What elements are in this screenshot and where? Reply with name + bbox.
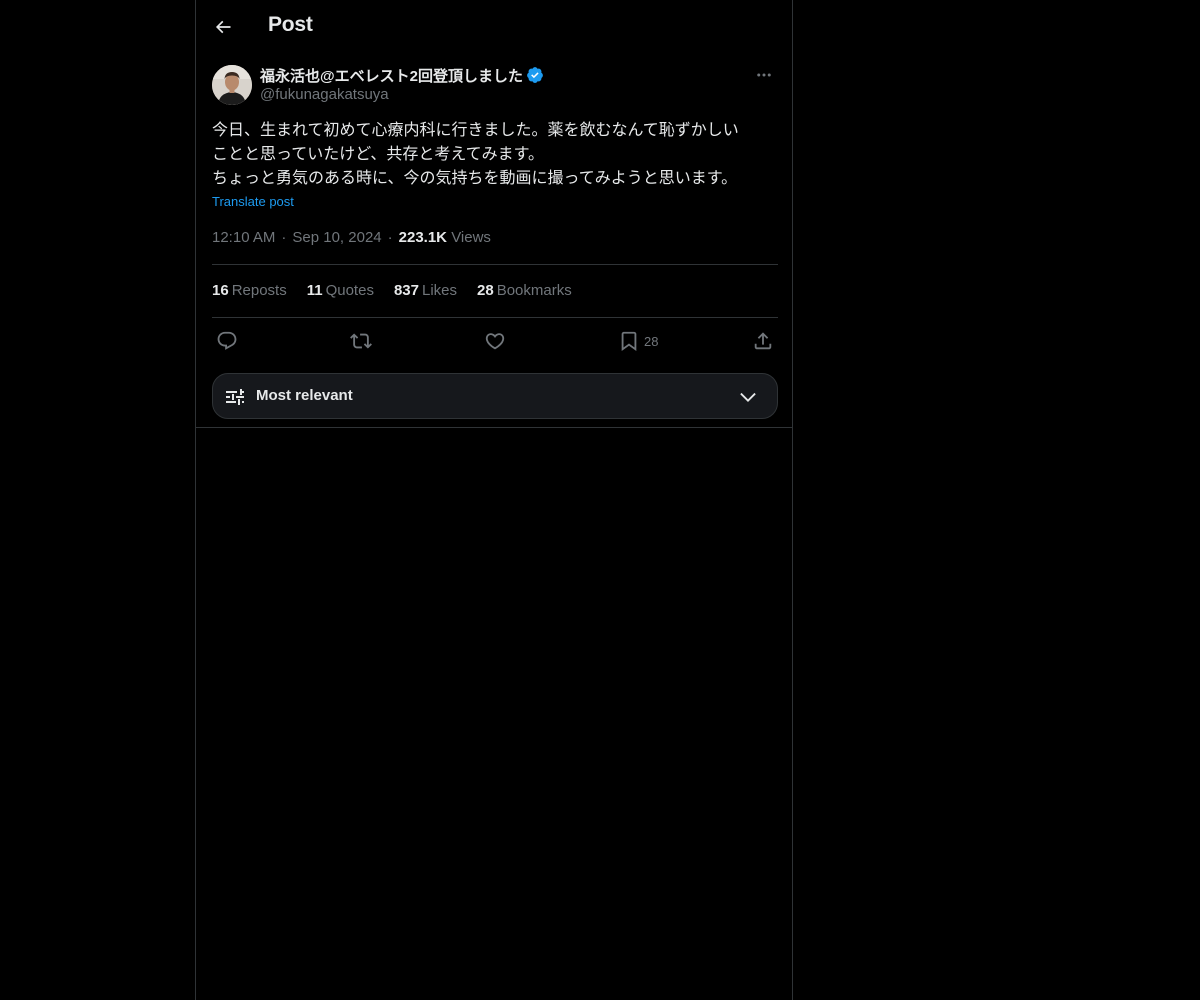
author-handle[interactable]: @fukunagakatsuya xyxy=(260,86,544,103)
repost-button[interactable] xyxy=(350,330,372,352)
page-header: Post xyxy=(196,0,792,53)
views-label: Views xyxy=(451,229,491,246)
avatar[interactable] xyxy=(212,65,252,105)
share-button[interactable] xyxy=(752,330,774,352)
heart-icon xyxy=(485,333,505,350)
like-button[interactable] xyxy=(484,330,506,352)
sliders-icon xyxy=(226,389,244,405)
author-display-name[interactable]: 福永活也@エベレスト2回登頂しました xyxy=(260,65,523,86)
page-title: Post xyxy=(268,13,313,36)
more-options-button[interactable] xyxy=(750,64,778,86)
engagement-stats: 16 Reposts 11 Quotes 837 Likes 28 Bookmarks xyxy=(212,282,572,299)
likes-stat[interactable]: 837 Likes xyxy=(394,282,457,299)
likes-label: Likes xyxy=(421,282,458,299)
author-block: 福永活也@エベレスト2回登頂しました @fukunagakatsuya xyxy=(260,64,544,103)
quotes-stat[interactable]: 11 Quotes xyxy=(307,282,374,299)
meta-separator: · xyxy=(387,229,393,246)
bookmark-button[interactable]: 28 xyxy=(618,330,658,352)
reposts-stat[interactable]: 16 Reposts xyxy=(212,282,287,299)
primary-column: Post 福永活也@エベレスト2回登頂しました @fukunagakatsuya… xyxy=(195,0,793,1000)
reposts-count: 16 xyxy=(212,282,229,299)
meta-separator: · xyxy=(281,229,287,246)
back-button[interactable] xyxy=(206,10,240,44)
bookmarks-label: Bookmarks xyxy=(496,282,572,299)
arrow-left-icon xyxy=(215,20,231,34)
display-name-row: 福永活也@エベレスト2回登頂しました xyxy=(260,64,544,86)
bookmarks-count: 28 xyxy=(477,282,494,299)
bookmarks-stat[interactable]: 28 Bookmarks xyxy=(477,282,572,299)
post-text: 今日、生まれて初めて心療内科に行きました。薬を飲むなんて恥ずかしい ことと思って… xyxy=(212,119,778,191)
quotes-label: Quotes xyxy=(325,282,374,299)
translate-post-link[interactable]: Translate post xyxy=(212,194,294,209)
reposts-label: Reposts xyxy=(231,282,287,299)
reply-button[interactable] xyxy=(216,330,238,352)
verified-badge-icon[interactable] xyxy=(526,66,544,84)
share-icon xyxy=(754,332,772,350)
divider xyxy=(212,264,778,265)
post-text-line: ちょっと勇気のある時に、今の気持ちを動画に撮ってみようと思います。 xyxy=(212,170,738,187)
section-divider xyxy=(196,427,792,428)
repost-icon xyxy=(350,333,372,349)
more-horizontal-icon xyxy=(757,73,771,77)
post-time[interactable]: 12:10 AM xyxy=(212,229,275,246)
action-bar: 28 xyxy=(212,330,778,352)
likes-count: 837 xyxy=(393,282,419,299)
profile-photo-icon xyxy=(212,65,252,105)
post-meta: 12:10 AM · Sep 10, 2024 · 223.1K Views xyxy=(212,229,491,246)
quotes-count: 11 xyxy=(306,282,323,299)
divider xyxy=(212,317,778,318)
views-count: 223.1K xyxy=(398,229,448,246)
replies-sort-dropdown[interactable]: Most relevant xyxy=(212,373,778,419)
bookmark-action-count: 28 xyxy=(644,333,659,349)
post-text-line: 今日、生まれて初めて心療内科に行きました。薬を飲むなんて恥ずかしい xyxy=(212,122,739,139)
post-date[interactable]: Sep 10, 2024 xyxy=(292,229,381,246)
bookmark-icon xyxy=(621,331,637,352)
reply-icon xyxy=(217,331,237,350)
chevron-down-icon xyxy=(740,392,756,402)
sort-label: Most relevant xyxy=(256,387,353,404)
post-text-line: ことと思っていたけど、共存と考えてみます。 xyxy=(212,146,545,163)
